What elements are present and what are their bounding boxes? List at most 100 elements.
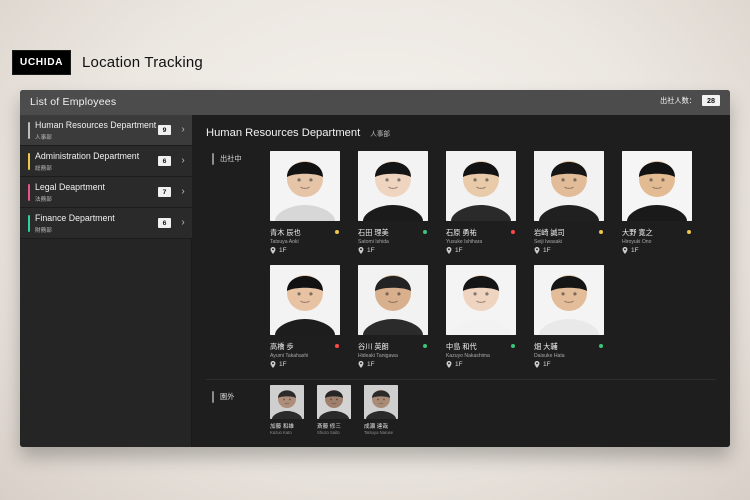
dept-name-en: Human Resources Department [35,120,157,130]
status-dot [687,230,691,234]
employee-name-en: Tatsuya Aoki [270,239,299,245]
department-title-ja: 人事部 [370,131,390,138]
location-pin-icon [622,247,628,254]
section-present-label: 出社中 [220,154,242,163]
sidebar-item-administration[interactable]: Administration Department 総務部 6 › [20,146,192,177]
location-pin-icon [358,361,364,368]
dept-accent [28,122,30,139]
section-away: 園外 [212,391,234,403]
status-dot [423,230,427,234]
status-dot [511,344,515,348]
status-dot [511,230,515,234]
employee-name-ja: 大野 寛之 [622,228,653,237]
section-divider [206,379,716,380]
employee-location: 1F [270,247,287,254]
employee-card[interactable]: 石原 勇祐 Yusuke Ishihara 1F [446,151,518,256]
employee-name-en: Ayumi Takahashi [270,353,309,359]
employee-card[interactable]: 岩崎 誠司 Seiji Iwasaki 1F [534,151,606,256]
employee-photo [534,265,604,335]
away-employee-name-en: Tatsuya Naruse [364,430,394,435]
away-employee-card[interactable]: 成瀬 達哉 Tatsuya Naruse [364,385,400,435]
dept-count-badge: 7 [158,187,171,197]
location-pin-icon [446,247,452,254]
employee-photo [534,151,604,221]
department-content: Human Resources Department 人事部 出社中 青木 辰也… [192,115,730,447]
employee-card[interactable]: 石田 理美 Satomi Ishida 1F [358,151,430,256]
sidebar-item-finance[interactable]: Finance Department 財務部 6 › [20,208,192,239]
sidebar-item-legal[interactable]: Legal Deaprtment 法務部 7 › [20,177,192,208]
employee-card[interactable]: 大野 寛之 Hiroyuki Ono 1F [622,151,694,256]
dept-accent [28,215,30,232]
employee-photo [446,151,516,221]
employee-card[interactable]: 高橋 歩 Ayumi Takahashi 1F [270,265,342,370]
employee-photo [358,265,428,335]
employee-floor: 1F [367,361,375,368]
employee-photo [358,151,428,221]
section-bar [212,391,214,403]
dept-accent [28,184,30,201]
status-dot [599,344,603,348]
away-employee-photo [270,385,304,419]
location-pin-icon [358,247,364,254]
dept-name-en: Finance Department [35,213,115,223]
employee-card[interactable]: 畑 大輔 Daisuke Hata 1F [534,265,606,370]
dept-count-badge: 6 [158,156,171,166]
employee-location: 1F [534,247,551,254]
employee-floor: 1F [367,247,375,254]
section-present: 出社中 [212,153,242,165]
attendance-label: 出社人数： [660,95,696,105]
department-title: Human Resources Department 人事部 [206,127,390,139]
employee-floor: 1F [455,361,463,368]
location-pin-icon [534,247,540,254]
away-employee-card[interactable]: 加藤 和雄 Kazuo Kato [270,385,306,435]
section-bar [212,153,214,165]
chevron-right-icon: › [181,217,185,228]
employee-card[interactable]: 中島 和代 Kazuyo Nakashima 1F [446,265,518,370]
employee-photo [270,151,340,221]
employee-name-ja: 谷川 英朗 [358,342,389,351]
sidebar-item-human-resources[interactable]: Human Resources Department 人事部 9 › [20,115,192,146]
department-sidebar: Human Resources Department 人事部 9 › Admin… [20,115,192,447]
employee-floor: 1F [543,247,551,254]
employee-name-en: Kazuyo Nakashima [446,353,490,359]
employee-photo [622,151,692,221]
employee-name-en: Satomi Ishida [358,239,389,245]
dept-name-ja: 総務部 [35,166,52,172]
employee-name-ja: 高橋 歩 [270,342,294,351]
dept-accent [28,153,30,170]
employee-name-en: Daisuke Hata [534,353,565,359]
employee-card[interactable]: 谷川 英朗 Hideaki Tanigawa 1F [358,265,430,370]
dept-name-en: Legal Deaprtment [35,182,105,192]
dept-name-en: Administration Department [35,151,140,161]
section-away-label: 園外 [220,392,235,401]
away-employee-name-en: Shuzo Saito [317,430,340,435]
away-employee-name-ja: 斎藤 修三 [317,424,341,430]
away-employee-name-ja: 成瀬 達哉 [364,424,388,430]
employee-photo [270,265,340,335]
employee-location: 1F [446,361,463,368]
attendance-count-badge: 28 [702,95,720,106]
chevron-right-icon: › [181,155,185,166]
chevron-right-icon: › [181,186,185,197]
chevron-right-icon: › [181,124,185,135]
status-dot [335,230,339,234]
employee-location: 1F [358,361,375,368]
employee-location: 1F [446,247,463,254]
employee-name-en: Hiroyuki Ono [622,239,652,245]
employee-location: 1F [270,361,287,368]
status-dot [335,344,339,348]
employee-name-en: Seiji Iwasaki [534,239,563,245]
employee-name-en: Yusuke Ishihara [446,239,483,245]
employee-name-ja: 畑 大輔 [534,342,558,351]
away-employee-name-en: Kazuo Kato [270,430,292,435]
employee-floor: 1F [543,361,551,368]
dept-name-ja: 財務部 [35,228,52,234]
status-dot [599,230,603,234]
employee-name-ja: 青木 辰也 [270,228,301,237]
away-employee-card[interactable]: 斎藤 修三 Shuzo Saito [317,385,353,435]
device-body: Human Resources Department 人事部 9 › Admin… [20,115,730,447]
employee-photo [446,265,516,335]
employee-name-ja: 中島 和代 [446,342,477,351]
employee-card[interactable]: 青木 辰也 Tatsuya Aoki 1F [270,151,342,256]
department-title-en: Human Resources Department [206,127,361,139]
